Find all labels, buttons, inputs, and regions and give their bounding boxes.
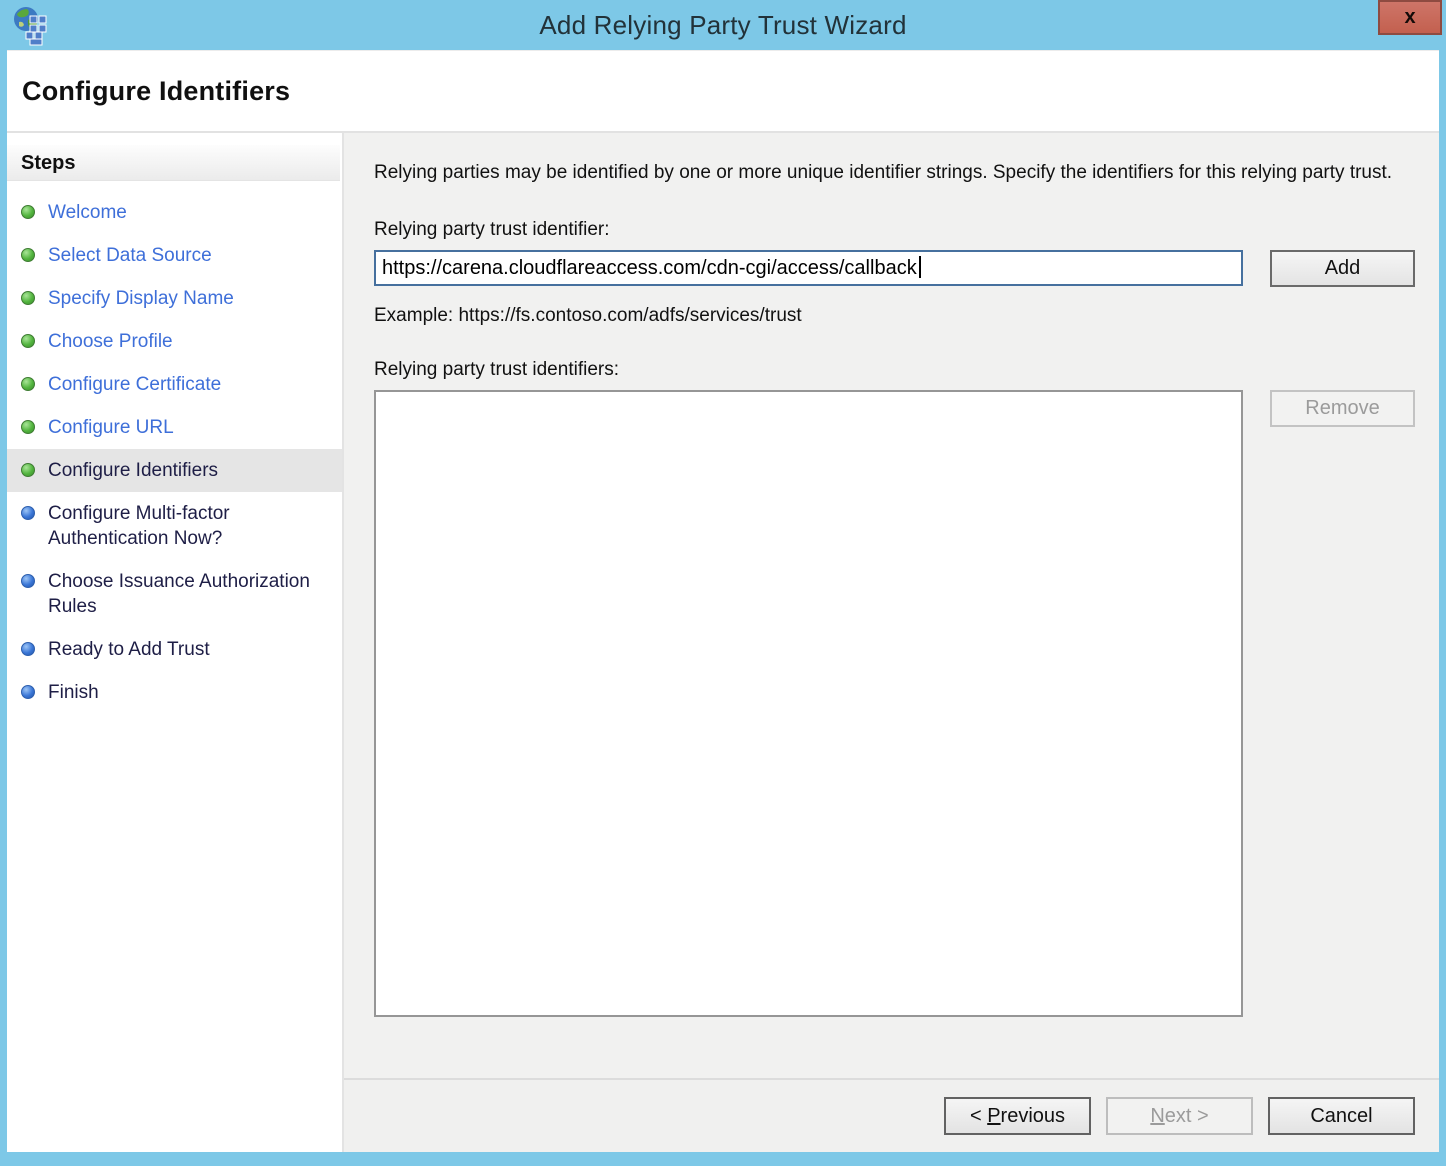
step-label: Configure Certificate [48,372,221,397]
step-label: Configure Identifiers [48,458,218,483]
close-button[interactable]: x [1378,0,1442,35]
step-bullet-icon [21,420,35,434]
example-text: Example: https://fs.contoso.com/adfs/ser… [374,305,1439,327]
step-bullet-icon [21,205,35,219]
main-panel: Relying parties may be identified by one… [344,133,1439,1078]
step-label: Choose Issuance Authorization Rules [48,569,334,619]
previous-button[interactable]: < Previous [944,1097,1091,1135]
previous-label-key: P [987,1105,1000,1127]
window-title: Add Relying Party Trust Wizard [539,10,906,41]
page-title: Configure Identifiers [22,76,290,107]
step-bullet-icon [21,642,35,656]
remove-button[interactable]: Remove [1270,390,1415,427]
wizard-footer: < Previous Next > Cancel [344,1078,1439,1152]
close-icon: x [1404,6,1415,29]
sidebar-step-configure-certificate[interactable]: Configure Certificate [7,363,342,406]
adfs-app-icon [12,6,52,46]
steps-list: Welcome Select Data Source Specify Displ… [7,191,342,714]
next-button[interactable]: Next > [1106,1097,1253,1135]
sidebar-step-configure-mfa: Configure Multi-factor Authentication No… [7,492,342,560]
sidebar-step-choose-issuance-authorization-rules: Choose Issuance Authorization Rules [7,560,342,628]
step-label: Configure Multi-factor Authentication No… [48,501,334,551]
window-body: Configure Identifiers Steps Welcome Sele… [7,50,1439,1152]
sidebar-step-select-data-source[interactable]: Select Data Source [7,234,342,277]
step-label: Choose Profile [48,329,173,354]
step-bullet-icon [21,685,35,699]
step-label: Finish [48,680,99,705]
sidebar-step-finish: Finish [7,671,342,714]
step-bullet-icon [21,574,35,588]
identifiers-listbox[interactable] [374,390,1243,1017]
previous-label-pre: < [970,1105,987,1127]
next-label-rest: ext > [1165,1105,1209,1127]
step-label: Configure URL [48,415,174,440]
step-label: Ready to Add Trust [48,637,210,662]
step-bullet-icon [21,248,35,262]
step-label: Select Data Source [48,243,212,268]
identifiers-list-label: Relying party trust identifiers: [374,359,1439,381]
step-bullet-icon [21,506,35,520]
step-bullet-icon [21,334,35,348]
step-bullet-icon [21,377,35,391]
step-bullet-icon [21,291,35,305]
page-description: Relying parties may be identified by one… [374,159,1398,187]
previous-label-rest: revious [1001,1105,1065,1127]
page-header: Configure Identifiers [7,50,1439,133]
steps-heading: Steps [7,145,340,181]
sidebar-step-ready-to-add-trust: Ready to Add Trust [7,628,342,671]
next-label-key: N [1150,1105,1164,1127]
cancel-button[interactable]: Cancel [1268,1097,1415,1135]
add-button[interactable]: Add [1270,250,1415,287]
identifier-input-value: https://carena.cloudflareaccess.com/cdn-… [382,257,917,279]
sidebar-step-configure-identifiers[interactable]: Configure Identifiers [7,449,342,492]
identifier-field-label: Relying party trust identifier: [374,219,1439,241]
step-bullet-icon [21,463,35,477]
step-label: Welcome [48,200,127,225]
sidebar-step-choose-profile[interactable]: Choose Profile [7,320,342,363]
sidebar-step-specify-display-name[interactable]: Specify Display Name [7,277,342,320]
steps-sidebar: Steps Welcome Select Data Source Specify… [7,133,344,1152]
wizard-window: Add Relying Party Trust Wizard x Configu… [0,0,1446,1166]
sidebar-step-welcome[interactable]: Welcome [7,191,342,234]
text-cursor [919,256,921,278]
sidebar-step-configure-url[interactable]: Configure URL [7,406,342,449]
relying-party-identifier-input[interactable]: https://carena.cloudflareaccess.com/cdn-… [374,250,1243,286]
step-label: Specify Display Name [48,286,234,311]
window-titlebar: Add Relying Party Trust Wizard x [0,0,1446,50]
